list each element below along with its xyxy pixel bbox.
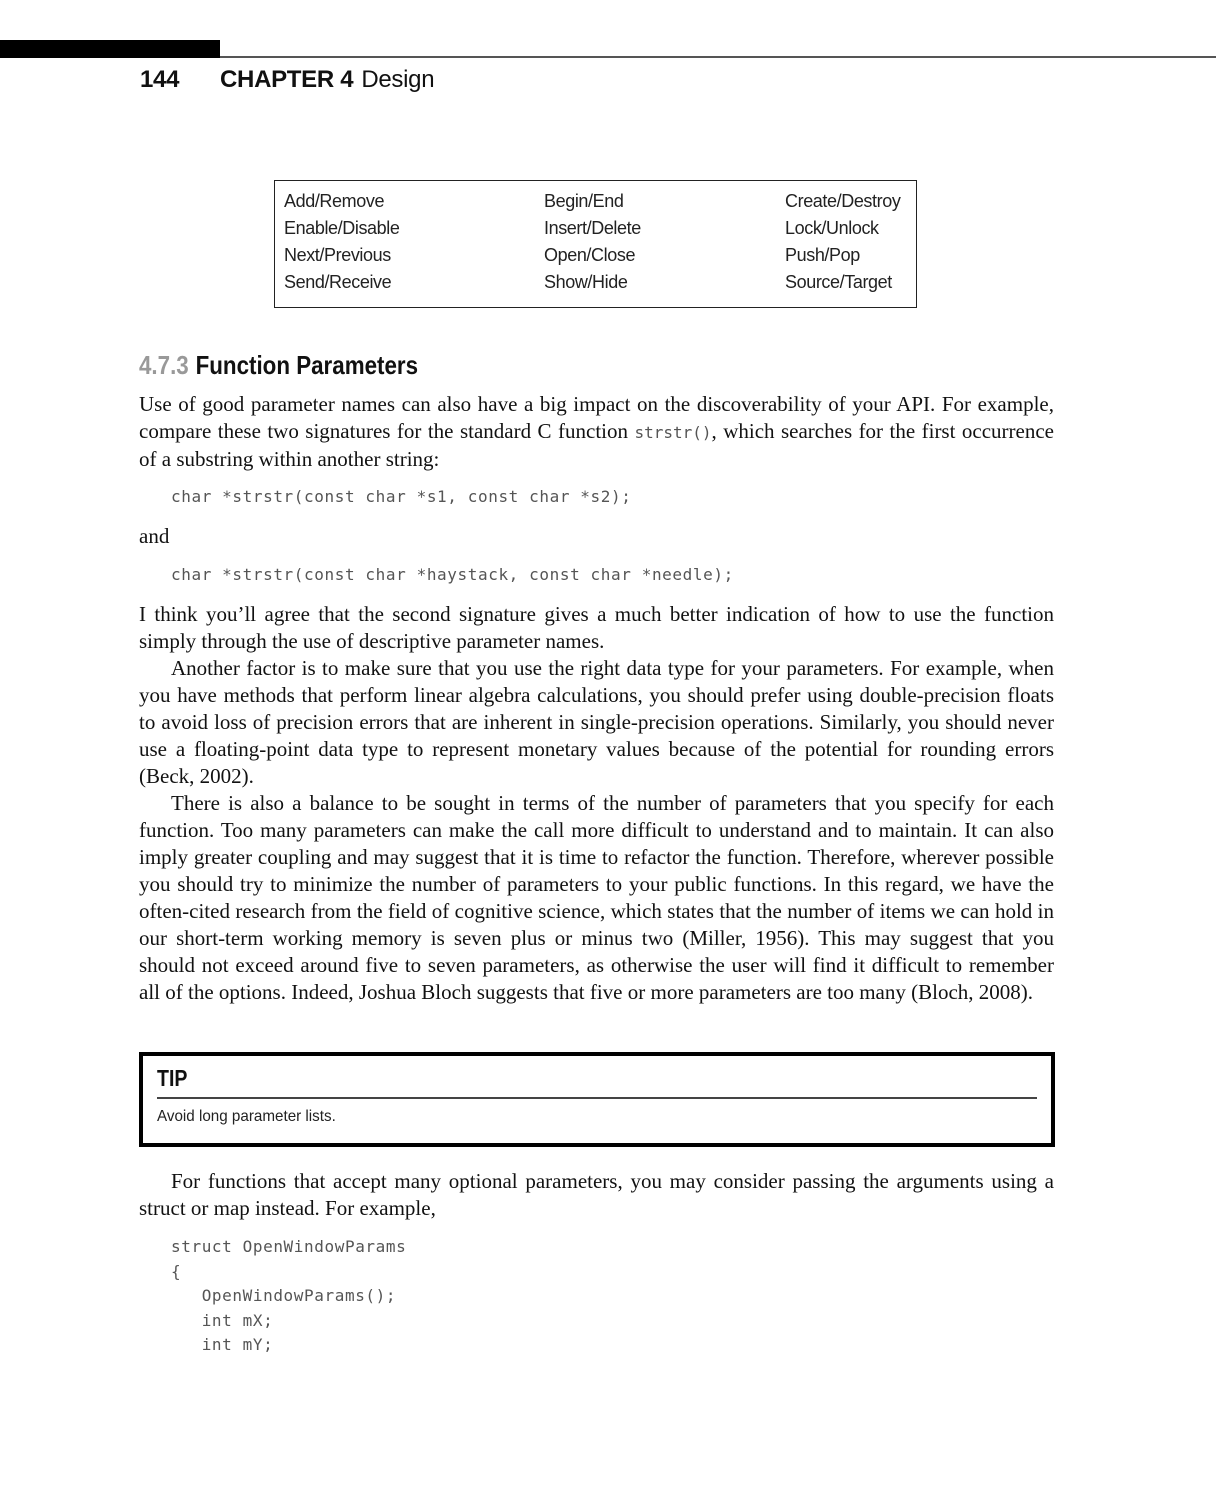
- header-bar: [0, 40, 220, 58]
- code-line: OpenWindowParams();: [171, 1286, 397, 1305]
- code-line: int mX;: [171, 1310, 274, 1330]
- table-row: Send/Receive Show/Hide Source/Target: [275, 272, 916, 299]
- inline-code: strstr(): [634, 423, 712, 442]
- table-row: Next/Previous Open/Close Push/Pop: [275, 245, 916, 272]
- code-line: int mY;: [171, 1335, 274, 1354]
- section-heading: 4.7.3 Function Parameters: [139, 350, 418, 381]
- tip-box: TIP Avoid long parameter lists.: [139, 1052, 1055, 1147]
- tip-text: Avoid long parameter lists.: [157, 1108, 336, 1125]
- connector-text: and: [139, 523, 1054, 550]
- table-cell: Insert/Delete: [544, 218, 641, 238]
- chapter-title: Design: [361, 66, 435, 93]
- table-cell: Add/Remove: [284, 191, 385, 211]
- paragraph: I think you’ll agree that the second sig…: [139, 602, 1054, 653]
- table-cell: Enable/Disable: [284, 218, 400, 238]
- chapter-label: CHAPTER 4: [220, 66, 354, 93]
- code-signature-2: char *strstr(const char *haystack, const…: [171, 565, 734, 584]
- code-line: {: [171, 1261, 182, 1281]
- table-cell: Create/Destroy: [785, 191, 901, 211]
- tip-title: TIP: [157, 1065, 188, 1091]
- connector-word: and: [139, 524, 170, 548]
- table-row: Enable/Disable Insert/Delete Lock/Unlock: [275, 218, 916, 245]
- header-rule: [220, 56, 1216, 58]
- paragraph: Another factor is to make sure that you …: [139, 656, 1054, 788]
- table-cell: Source/Target: [785, 272, 892, 292]
- running-head: 144 CHAPTER 4 Design: [140, 66, 435, 94]
- page-number: 144: [140, 66, 180, 93]
- table-cell: Send/Receive: [284, 272, 392, 292]
- table-cell: Open/Close: [544, 245, 636, 265]
- table-cell: Show/Hide: [544, 272, 628, 292]
- intro-paragraph: Use of good parameter names can also hav…: [139, 391, 1054, 473]
- paragraph: There is also a balance to be sought in …: [139, 791, 1054, 1004]
- paragraph: For functions that accept many optional …: [139, 1169, 1054, 1220]
- code-struct: struct OpenWindowParams { OpenWindowParam…: [171, 1235, 406, 1358]
- body-paragraphs: I think you’ll agree that the second sig…: [139, 601, 1054, 1006]
- table-cell: Next/Previous: [284, 245, 391, 265]
- verb-pairs-table: Add/Remove Begin/End Create/Destroy Enab…: [274, 180, 917, 308]
- code-signature-1: char *strstr(const char *s1, const char …: [171, 487, 632, 506]
- after-tip-paragraph: For functions that accept many optional …: [139, 1168, 1054, 1222]
- table-cell: Lock/Unlock: [785, 218, 879, 238]
- code-line: struct OpenWindowParams: [171, 1237, 407, 1256]
- tip-divider: [157, 1097, 1037, 1099]
- table-cell: Begin/End: [544, 191, 624, 211]
- table-cell: Push/Pop: [785, 245, 860, 265]
- table-row: Add/Remove Begin/End Create/Destroy: [275, 191, 916, 218]
- section-number: 4.7.3: [139, 350, 189, 380]
- section-title: Function Parameters: [195, 350, 419, 380]
